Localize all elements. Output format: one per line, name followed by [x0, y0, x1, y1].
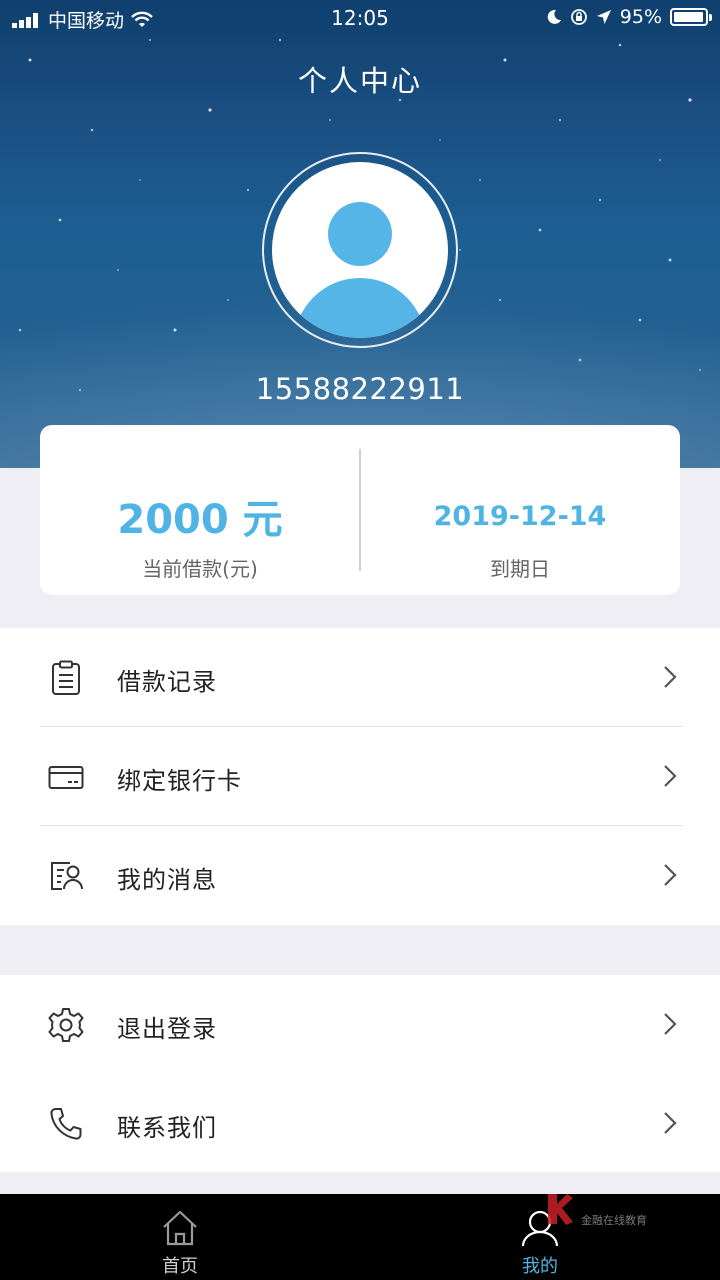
tab-home-label: 首页	[162, 1256, 198, 1277]
menu-item-logout[interactable]: 退出登录	[0, 975, 720, 1074]
menu-item-my-messages[interactable]: 我的消息	[0, 826, 720, 925]
status-bar: 中国移动 12:05 95%	[0, 0, 720, 40]
chevron-right-icon	[664, 1013, 677, 1035]
watermark-logo: 金融在线教育	[545, 1192, 675, 1228]
menu-group-account: 借款记录 绑定银行卡 我的消息	[0, 628, 720, 925]
location-icon	[596, 10, 611, 24]
gear-icon	[48, 1008, 84, 1042]
menu-item-label: 借款记录	[117, 668, 217, 696]
watermark-mark-icon	[548, 1194, 573, 1225]
menu-item-label: 绑定银行卡	[117, 767, 242, 795]
rotation-lock-icon	[570, 9, 587, 25]
chevron-right-icon	[664, 1112, 677, 1134]
home-icon	[163, 1210, 197, 1246]
menu-group-system: 退出登录 联系我们	[0, 975, 720, 1172]
profile-header: 中国移动 12:05 95% 个人中心 15588222911	[0, 0, 720, 468]
loan-summary-card: 2000 元 当前借款(元) 2019-12-14 到期日	[40, 425, 680, 595]
due-date-value: 2019-12-14	[433, 501, 607, 532]
avatar-body-shape	[294, 278, 426, 338]
tab-home[interactable]: 首页	[0, 1194, 360, 1280]
current-loan-label: 当前借款(元)	[142, 557, 258, 581]
watermark-text: 金融在线教育	[581, 1214, 647, 1227]
battery-level	[674, 12, 703, 22]
bank-card-icon	[48, 766, 84, 789]
menu-item-label: 联系我们	[117, 1114, 217, 1142]
chevron-right-icon	[664, 666, 677, 688]
message-user-icon	[51, 862, 83, 890]
avatar-head-shape	[328, 202, 392, 266]
chevron-right-icon	[664, 864, 677, 886]
clipboard-icon	[52, 660, 80, 695]
menu-item-loan-records[interactable]: 借款记录	[0, 628, 720, 727]
status-right: 95%	[546, 6, 712, 28]
due-date-label: 到期日	[490, 557, 550, 581]
battery-icon	[670, 8, 712, 26]
page-title: 个人中心	[297, 64, 422, 98]
avatar[interactable]	[272, 162, 448, 338]
moon-icon	[547, 9, 561, 24]
current-loan-amount: 2000 元	[117, 497, 283, 543]
menu-item-label: 我的消息	[117, 866, 217, 894]
menu-item-contact-us[interactable]: 联系我们	[0, 1074, 720, 1173]
menu-item-bind-bank-card[interactable]: 绑定银行卡	[0, 727, 720, 826]
phone-icon	[50, 1108, 82, 1140]
battery-percent: 95%	[619, 6, 662, 28]
user-phone-number: 15588222911	[255, 372, 465, 406]
chevron-right-icon	[664, 765, 677, 787]
tab-mine-label: 我的	[522, 1256, 558, 1277]
menu-item-label: 退出登录	[117, 1015, 217, 1043]
